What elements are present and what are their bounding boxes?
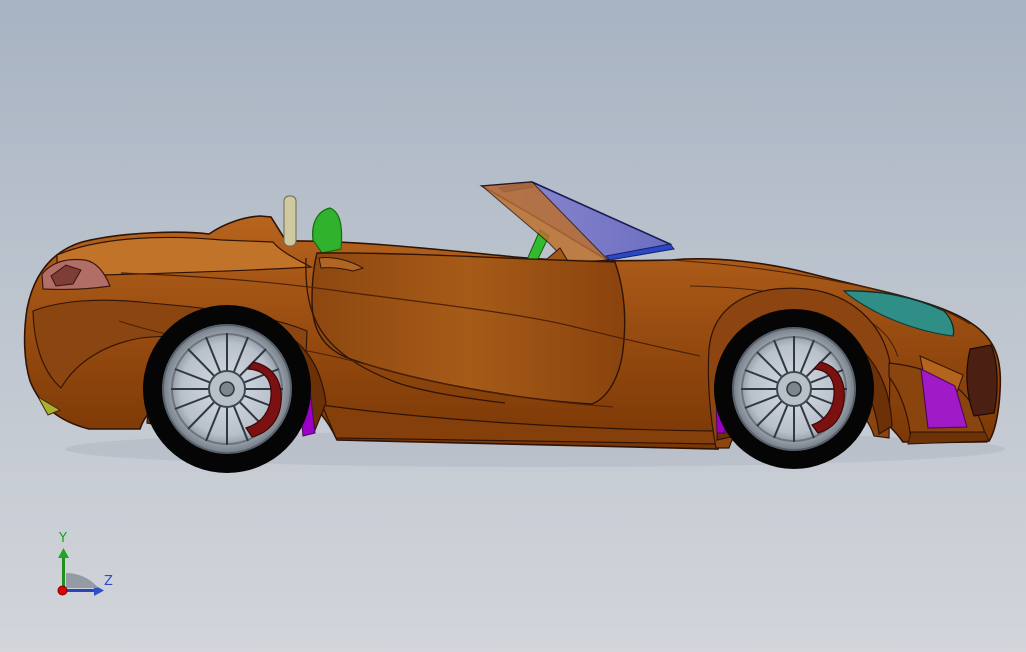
car-model[interactable] [0,0,1026,652]
y-axis-label: Y [59,531,67,546]
rollbar [283,195,297,247]
front-wheel [714,309,874,469]
cad-viewport[interactable]: Y Z [0,0,1026,652]
z-axis-label: Z [104,574,113,589]
coordinate-triad: Y Z [50,532,120,602]
grille [966,344,998,417]
seat [312,207,343,254]
rear-wheel [143,305,311,473]
